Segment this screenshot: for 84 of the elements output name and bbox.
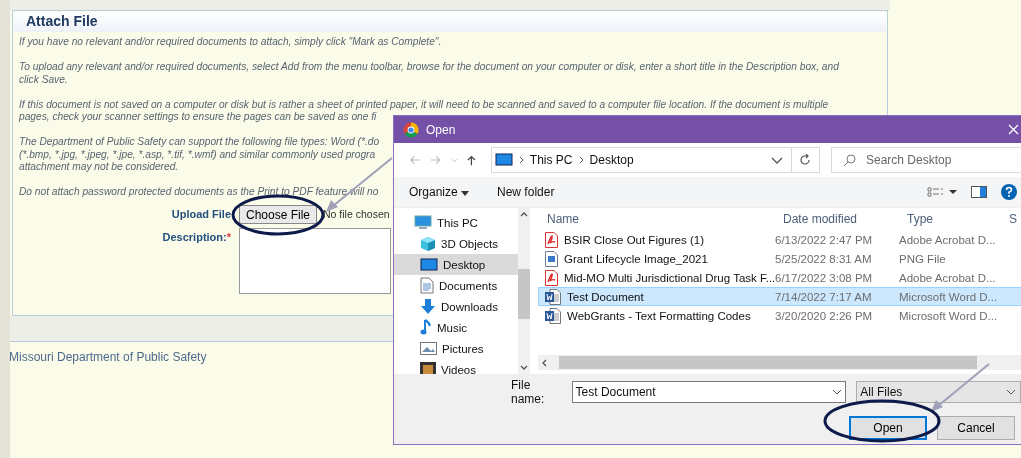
instruction-text: To upload any relevant and/or required documents, select Add from the menu toolbar, browse for the document on your computer or disk, enter a short title in the Description box, and click Save. xyxy=(19,61,839,87)
desktop-icon xyxy=(420,257,438,272)
file-name: WebGrants - Text Formatting Codes xyxy=(567,309,751,322)
file-status-text: No file chosen xyxy=(322,207,390,221)
date-cell-text: 5/25/2022 8:31 AM xyxy=(775,252,873,265)
file-row[interactable]: BSIR Close Out Figures (1) 6/13/2022 2:47 PM Adobe Acrobat D... xyxy=(538,230,1021,249)
file-row[interactable]: WebGrants - Text Formatting Codes 3/20/2020 2:26 PM Microsoft Word D... xyxy=(538,306,1021,325)
close-icon[interactable] xyxy=(1008,124,1019,135)
word-file-icon xyxy=(545,288,561,305)
date-cell-text: 3/20/2020 2:26 PM xyxy=(775,309,874,322)
scroll-up-icon[interactable] xyxy=(520,212,528,217)
computer-icon xyxy=(494,153,513,167)
field-label: Description:* xyxy=(161,230,232,244)
column-header[interactable]: Name xyxy=(547,212,783,226)
computer-icon xyxy=(414,215,432,230)
nav-item[interactable]: Documents xyxy=(394,275,518,296)
refresh-icon[interactable] xyxy=(799,154,812,166)
chevron-right-icon xyxy=(518,156,524,164)
column-header[interactable]: Date modified xyxy=(783,212,907,226)
date-cell-text: 6/13/2022 2:47 PM xyxy=(775,233,874,246)
panel-title: Attach File xyxy=(26,13,98,31)
nav-item[interactable]: 3D Objects xyxy=(394,233,518,254)
scroll-down-icon[interactable] xyxy=(520,365,528,370)
file-name-field[interactable]: Test Document xyxy=(571,381,847,403)
column-header[interactable]: Type xyxy=(907,212,1009,226)
toolbar-button[interactable]: Organize xyxy=(409,185,470,199)
instruction-text: If you have no relevant and/or required documents to attach, simply click "Mark as Complete". xyxy=(19,36,442,49)
scrollbar-thumb[interactable] xyxy=(559,356,977,369)
image-file-icon xyxy=(545,250,558,267)
field-label: File name: xyxy=(511,378,546,406)
pdf-file-icon xyxy=(545,269,558,286)
file-name: Test Document xyxy=(567,290,644,303)
picture-icon xyxy=(420,342,437,355)
nav-item[interactable]: Downloads xyxy=(394,296,518,317)
toolbar-button[interactable]: New folder xyxy=(497,185,555,199)
preview-pane-icon[interactable] xyxy=(971,186,987,198)
caret-down-icon xyxy=(461,191,470,196)
field-label: Upload File xyxy=(170,207,232,221)
help-icon[interactable] xyxy=(1001,184,1017,200)
download-icon xyxy=(420,298,436,315)
chevron-right-icon xyxy=(578,156,584,164)
type-cell-text: Microsoft Word D... xyxy=(899,309,999,322)
type-cell-text: Adobe Acrobat D... xyxy=(899,271,997,284)
instruction-text: Do not attach password protected documents as the Print to PDF feature will no xyxy=(19,186,379,199)
file-name: Grant Lifecycle Image_2021 xyxy=(564,252,708,265)
file-row[interactable]: Mid-MO Multi Jurisdictional Drug Task F...6/17/2022 3:08 PM Adobe Acrobat D... xyxy=(538,268,1021,287)
cancel-button[interactable]: Cancel xyxy=(937,416,1015,440)
instruction-text: If this document is not saved on a computer or disk but is rather a sheet of printed paper, it will need to be scanned and saved to a computer file location. If the document is multiple pages, check your scanner settings to ensure the pages can be saved as one fi xyxy=(19,98,829,124)
view-options-icon[interactable] xyxy=(927,187,957,197)
scroll-left-icon[interactable] xyxy=(542,358,547,367)
search-field[interactable]: Search Desktop xyxy=(831,147,1021,173)
date-cell-text: 6/17/2022 3:08 PM xyxy=(775,271,874,284)
file-name: Mid-MO Multi Jurisdictional Drug Task F... xyxy=(564,271,775,284)
nav-item[interactable]: Desktop xyxy=(394,254,518,275)
cube-icon xyxy=(420,235,436,252)
description-field[interactable] xyxy=(239,228,391,295)
arrow-annotation xyxy=(931,363,990,412)
file-name: BSIR Close Out Figures (1) xyxy=(564,233,704,246)
address-bar[interactable]: This PC Desktop xyxy=(490,147,792,173)
choose-file-button[interactable]: Choose File xyxy=(239,205,318,225)
type-cell-text: Microsoft Word D... xyxy=(899,290,999,303)
pdf-file-icon xyxy=(545,231,558,248)
nav-item[interactable]: Music xyxy=(394,317,518,338)
type-cell-text: PNG File xyxy=(899,252,947,265)
music-note-icon xyxy=(420,319,432,336)
date-cell-text: 7/14/2022 7:17 AM xyxy=(775,290,873,303)
instruction-text: The Department of Public Safety can support the following file types: Word (*.do (*.bmp, *.jpg, *.jpeg, *.jpe, *.asp, *.tif, *.wmf) and similar commonly used progra attachment may not be considered. xyxy=(19,136,380,174)
footer-text: Missouri Department of Public Safety xyxy=(9,350,207,364)
file-row[interactable]: Grant Lifecycle Image_2021 5/25/2022 8:31 AM PNG File xyxy=(538,249,1021,268)
type-cell-text: Adobe Acrobat D... xyxy=(899,233,997,246)
scrollbar-thumb[interactable] xyxy=(518,269,530,319)
browser-logo-icon xyxy=(403,121,419,138)
nav-item[interactable]: Pictures xyxy=(394,338,518,359)
file-row[interactable]: Test Document 7/14/2022 7:17 AM Microsoft Word D... xyxy=(538,287,1021,306)
word-file-icon xyxy=(545,307,561,324)
document-icon xyxy=(420,277,434,294)
film-icon xyxy=(420,362,436,374)
up-arrow-icon[interactable] xyxy=(467,153,476,167)
nav-item[interactable]: This PC xyxy=(394,212,518,233)
file-type-dropdown[interactable]: All Files xyxy=(856,381,1021,403)
column-header[interactable]: S xyxy=(1009,212,1021,226)
open-button[interactable]: Open xyxy=(849,416,927,440)
search-icon xyxy=(843,154,856,167)
dialog-title: Open xyxy=(426,122,456,137)
